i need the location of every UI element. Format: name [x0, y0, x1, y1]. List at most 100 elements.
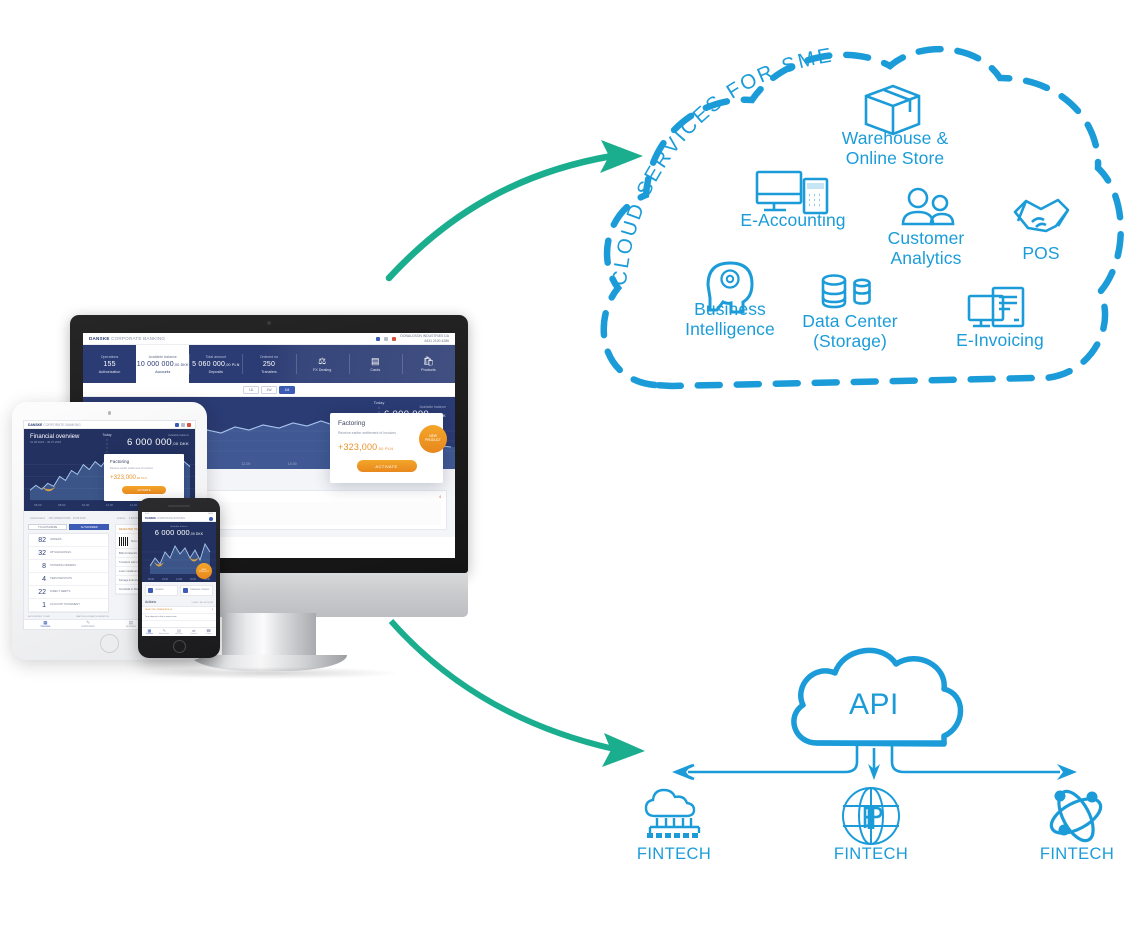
device-mockups: DANSKE CORPORATE BANKING DONALDSON INDUS…: [0, 300, 500, 679]
phone-home-button[interactable]: [172, 640, 186, 653]
svg-text:12.00: 12.00: [106, 503, 114, 507]
tablet-camera: [107, 411, 112, 415]
service-label-line1: E-Invoicing: [956, 330, 1044, 350]
service-label-line2: (Storage): [813, 331, 887, 352]
monitor-document-icon: [967, 286, 1025, 328]
account-switcher[interactable]: DONALDSON INDUSTRIES DA 6431 2100 4286: [400, 334, 449, 343]
fintech-label: FINTECH: [636, 845, 712, 863]
phone-new-product-badge[interactable]: NEW PRODUCT: [196, 563, 212, 579]
notifications-icon[interactable]: [392, 336, 397, 341]
phone-nav-transfers[interactable]: ⇄ Transfers: [186, 628, 201, 636]
tablet-topbar: DANSKE CORPORATE BANKING: [24, 421, 195, 429]
fintech-label: FINTECH: [833, 845, 909, 863]
authorization-row[interactable]: 82 ORDERS: [29, 534, 108, 547]
service-label-line1: POS: [1022, 243, 1060, 263]
database-icon: [821, 274, 871, 309]
service-customer-analytics[interactable]: Customer Analytics: [856, 228, 996, 268]
authorization-row[interactable]: 1 ACCOUNT STATEMENT: [29, 599, 108, 612]
authorization-row[interactable]: 8 STANDING ORDERS: [29, 560, 108, 573]
tablet-action-label: Overdraft in Zloty: [118, 587, 140, 591]
authorization-row[interactable]: 32 WITHHOLDINGS: [29, 547, 108, 560]
authorization-label: ACCOUNT STATEMENT: [50, 603, 80, 607]
cloud-network-icon: [644, 788, 701, 838]
service-pos[interactable]: POS: [976, 243, 1106, 263]
phone-action-count: 4: [211, 609, 213, 611]
phone-nav-accounts[interactable]: ▤ Accounts: [172, 628, 187, 636]
authorization-label: WITHHOLDINGS: [50, 551, 71, 555]
range-1w[interactable]: 1W: [261, 385, 277, 394]
fintech-node-2[interactable]: FINTECH: [801, 845, 941, 864]
dashboard-nav: Operations 155 Authorization Available b…: [83, 345, 455, 383]
diagram-canvas: CLOUD SERVICES FOR SMEs: [0, 0, 1125, 926]
phone-actions-list: REJECTED TRANSFERS (4) 4 Term deposit is d…: [142, 606, 216, 621]
authorization-label: DIRECT DEBITS: [50, 590, 71, 594]
nav-item-accounts[interactable]: Available balance 10 000 000,00 DKK Acco…: [136, 345, 190, 383]
authorization-count: 1: [42, 601, 46, 609]
new-product-badge[interactable]: NEW PRODUCT: [419, 425, 447, 453]
tablet-factoring-popover[interactable]: Factoring Receive earlier settlement of …: [104, 454, 184, 501]
nav-label: Authorization: [159, 633, 170, 636]
service-e-accounting[interactable]: E-Accounting: [718, 210, 868, 230]
phone-tile[interactable]: STANDING ORDERS: [180, 585, 213, 596]
tablet-nav-overview[interactable]: ▦ Overview: [24, 620, 67, 629]
cloud-services-title: CLOUD SERVICES FOR SMEs: [0, 0, 835, 287]
monitor-shadow: [139, 667, 399, 679]
phone-action-label: Term deposit is due to expire soon: [145, 616, 177, 618]
authorization-count: 22: [38, 588, 46, 596]
svg-text:10.00: 10.00: [162, 578, 169, 581]
phone-action-row[interactable]: Term deposit is due to expire soon: [142, 614, 216, 621]
tablet-home-button[interactable]: [100, 634, 119, 653]
user-icon[interactable]: [181, 422, 185, 427]
tablet-nav-authorization[interactable]: ✎ Authorization: [67, 620, 110, 629]
phone-action-row[interactable]: REJECTED TRANSFERS (4) 4: [142, 607, 216, 614]
nav-item-deposits[interactable]: Total amount 5 060 000,00 PLN Deposits: [189, 345, 242, 383]
user-icon[interactable]: [209, 516, 213, 521]
phone-tile[interactable]: ORDERS: [145, 585, 178, 596]
tablet-action-label: Loan installment: [118, 569, 139, 573]
factoring-title: Factoring: [338, 420, 366, 427]
service-data-center-storage[interactable]: Data Center (Storage): [775, 311, 925, 351]
info-icon[interactable]: [376, 336, 381, 341]
tab-authorized[interactable]: AUTHORIZED: [69, 524, 109, 530]
topbar-right: DONALDSON INDUSTRIES DA 6431 2100 4286: [376, 334, 449, 343]
phone-nav-contact[interactable]: ☎ Contact: [201, 628, 216, 636]
brand-logo[interactable]: DANSKE CORPORATE BANKING: [89, 336, 165, 341]
notifications-icon[interactable]: [187, 422, 191, 427]
tab-to-authorize[interactable]: TO AUTHORIZE: [28, 524, 68, 530]
service-warehouse-online-store[interactable]: Warehouse & Online Store: [820, 128, 970, 168]
nav-item-transfers[interactable]: Ordered no 250 Transfers: [242, 345, 295, 383]
range-1d[interactable]: 1D: [243, 385, 259, 394]
service-e-invoicing[interactable]: E-Invoicing: [925, 330, 1075, 350]
phone-speaker: [168, 505, 190, 507]
authorization-row[interactable]: 22 DIRECT DEBITS: [29, 586, 108, 599]
nav-item-fx-dealing[interactable]: ⚖ FX Dealing: [295, 345, 349, 383]
svg-text:14.00: 14.00: [288, 462, 297, 466]
phone-nav-authorization[interactable]: ✎ Authorization: [157, 628, 172, 636]
atom-orbit-icon: [1049, 789, 1103, 843]
info-icon[interactable]: [175, 422, 179, 427]
nav-item-authorization[interactable]: Operations 155 Authorization: [83, 345, 136, 383]
factoring-description: Receive earlier settlement of invoices: [110, 467, 153, 470]
phone-nav-overview[interactable]: ▦ Overview: [142, 628, 157, 636]
range-1m[interactable]: 1M: [279, 385, 295, 394]
fintech-node-3[interactable]: FINTECH: [1007, 845, 1125, 864]
factoring-activate-button[interactable]: ACTIVATE: [122, 486, 166, 494]
today-marker: Today: [374, 400, 385, 405]
people-icon: [901, 187, 955, 226]
svg-text:18.00: 18.00: [190, 578, 197, 581]
fintech-node-1[interactable]: FINTECH: [604, 845, 744, 864]
panel-title: Authorization 155 OPERATIONS · 15.08.201…: [30, 517, 86, 520]
brand-logo[interactable]: DANSKE CORPORATE BANKING: [28, 423, 81, 427]
authorization-count: 8: [42, 562, 46, 570]
qr-code: [118, 536, 128, 546]
user-icon[interactable]: [384, 336, 389, 341]
nav-item-cards[interactable]: ▤ Cards: [348, 345, 402, 383]
brand-logo[interactable]: DANSKE CORPORATE BANKING: [145, 517, 185, 520]
card-icon: ▤: [371, 355, 380, 366]
factoring-activate-button[interactable]: ACTIVATE: [356, 460, 417, 472]
authorization-row[interactable]: 4 TERM DEPOSITS: [29, 573, 108, 586]
nav-item-products[interactable]: 🛍 Products: [401, 345, 455, 383]
tile-icon: [183, 588, 188, 593]
tile-label: STANDING ORDERS: [190, 589, 210, 592]
authorization-count: 4: [42, 575, 46, 583]
